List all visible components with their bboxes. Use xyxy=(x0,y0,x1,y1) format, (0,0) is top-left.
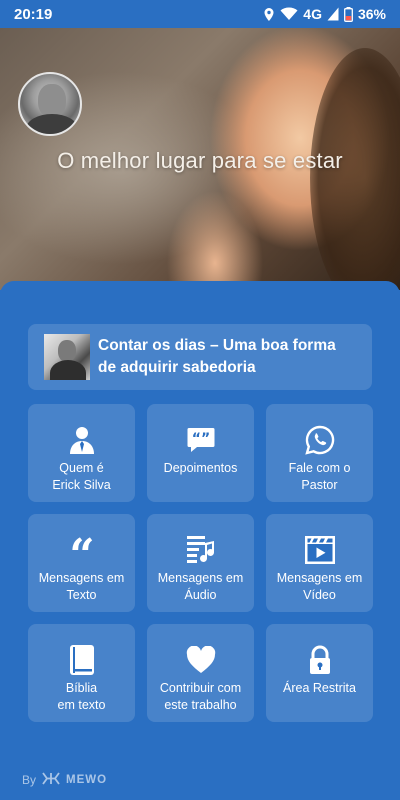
menu-panel: Contar os dias – Uma boa forma de adquir… xyxy=(0,281,400,800)
footer-branding: By MEWO xyxy=(22,772,107,788)
wifi-icon xyxy=(280,7,298,21)
tile-fale-com-o-pastor[interactable]: Fale com o Pastor xyxy=(266,404,373,502)
tile-area-restrita[interactable]: Área Restrita xyxy=(266,624,373,722)
tile-quem-e-erick-silva[interactable]: Quem é Erick Silva xyxy=(28,404,135,502)
film-icon xyxy=(304,534,336,566)
tile-mensagens-em-texto[interactable]: “ Mensagens em Texto xyxy=(28,514,135,612)
signal-icon xyxy=(327,7,339,21)
tile-label: Mensagens em Áudio xyxy=(157,571,244,602)
tile-mensagens-em-audio[interactable]: Mensagens em Áudio xyxy=(147,514,254,612)
status-bar: 20:19 4G 36% xyxy=(0,0,400,28)
hero-title: O melhor lugar para se estar xyxy=(57,148,343,173)
footer-by: By xyxy=(22,773,37,787)
heart-icon xyxy=(186,644,216,676)
tile-label: Depoimentos xyxy=(163,461,238,475)
tile-label: Bíblia em texto xyxy=(57,681,106,712)
lock-icon xyxy=(308,644,332,676)
tile-label: Contribuir com este trabalho xyxy=(159,681,242,712)
pastor-avatar[interactable] xyxy=(18,72,82,136)
status-indicators: 4G 36% xyxy=(263,6,386,22)
location-icon xyxy=(263,7,275,22)
footer-brand: MEWO xyxy=(66,774,108,786)
person-icon xyxy=(69,424,95,456)
svg-text:“: “ xyxy=(69,536,94,564)
thumbnail-face xyxy=(58,340,76,362)
tile-label: Quem é Erick Silva xyxy=(52,461,111,492)
quote-bubble-icon: “” xyxy=(187,424,215,456)
tile-label: Área Restrita xyxy=(283,681,356,695)
battery-icon xyxy=(344,6,353,22)
tile-label: Fale com o Pastor xyxy=(288,461,351,492)
music-list-icon xyxy=(186,534,216,566)
whatsapp-icon xyxy=(304,424,335,456)
tile-label: Mensagens em Vídeo xyxy=(276,571,363,602)
thumbnail-body xyxy=(50,360,86,380)
book-icon xyxy=(68,644,96,676)
tile-contribuir[interactable]: Contribuir com este trabalho xyxy=(147,624,254,722)
featured-thumbnail xyxy=(44,334,90,380)
tile-depoimentos[interactable]: “” Depoimentos xyxy=(147,404,254,502)
battery-level: 36% xyxy=(357,6,386,22)
svg-text:“”: “” xyxy=(191,431,209,447)
status-time: 20:19 xyxy=(14,5,53,23)
quote-icon: “ xyxy=(66,534,98,566)
avatar-body xyxy=(26,114,78,134)
tile-label: Mensagens em Texto xyxy=(38,571,125,602)
hero-banner: O melhor lugar para se estar xyxy=(0,28,400,290)
mewo-logo-icon xyxy=(42,772,60,788)
avatar-face xyxy=(38,84,66,118)
tile-biblia-em-texto[interactable]: Bíblia em texto xyxy=(28,624,135,722)
tile-mensagens-em-video[interactable]: Mensagens em Vídeo xyxy=(266,514,373,612)
featured-title: Contar os dias – Uma boa forma de adquir… xyxy=(98,337,336,376)
network-type: 4G xyxy=(303,6,322,22)
menu-grid: Quem é Erick Silva “” Depoimentos Fale c… xyxy=(28,404,374,722)
featured-message-card[interactable]: Contar os dias – Uma boa forma de adquir… xyxy=(28,324,372,390)
